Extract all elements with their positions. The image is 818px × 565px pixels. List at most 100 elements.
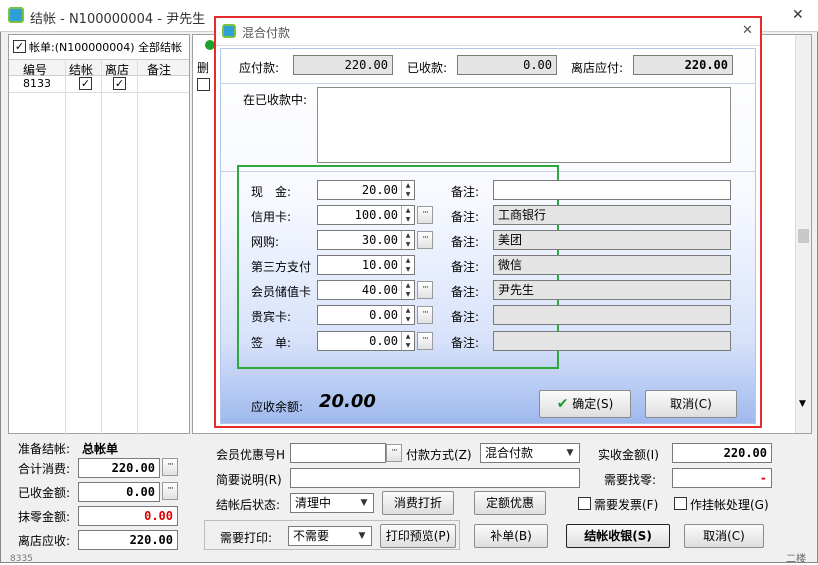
checkout-button[interactable]: 结帐收银(S) xyxy=(566,524,670,548)
actual-field[interactable]: 220.00 xyxy=(672,443,772,463)
payment-signing-remark-field xyxy=(493,331,731,351)
total-field: 220.00 xyxy=(78,458,160,478)
payable-field: 220.00 xyxy=(293,55,393,75)
dialog-title: 混合付款 xyxy=(242,26,291,40)
brief-label: 简要说明(R) xyxy=(216,473,282,487)
payment-vip-card-more-button[interactable]: ··· xyxy=(417,306,433,324)
dialog-app-icon xyxy=(222,24,236,38)
member-label: 会员优惠号H xyxy=(216,448,286,462)
payment-online-more-button[interactable]: ··· xyxy=(417,231,433,249)
col-delete: 删 xyxy=(197,61,210,75)
dialog-cancel-button[interactable]: 取消(C) xyxy=(645,390,737,418)
print-select[interactable]: 不需要 ▼ xyxy=(288,526,372,546)
dialog-close-icon[interactable]: ✕ xyxy=(742,23,753,38)
delete-checkbox[interactable] xyxy=(197,78,210,91)
dialog-ok-button[interactable]: ✔ 确定(S) xyxy=(539,390,631,418)
vertical-scrollbar[interactable]: ▼ xyxy=(795,35,811,433)
payment-member-card-remark-label: 备注: xyxy=(451,285,480,299)
payment-member-card-label: 会员储值卡 xyxy=(251,285,312,299)
supplement-button[interactable]: 补单(B) xyxy=(474,524,548,548)
payment-cash-spinner[interactable]: ▲ ▼ xyxy=(401,181,414,199)
print-value: 不需要 xyxy=(293,529,330,543)
after-status-value: 清理中 xyxy=(295,496,332,510)
brief-input[interactable] xyxy=(290,468,580,488)
received-more-button[interactable]: ··· xyxy=(162,482,178,500)
all-checkout-label: 帐单:(N100000004) 全部结帐 xyxy=(29,41,183,54)
dialog-ok-label: 确定(S) xyxy=(572,397,614,411)
checkout-payable-label: 离店应付: xyxy=(571,61,624,75)
member-more-button[interactable]: ··· xyxy=(386,444,402,462)
total-label: 合计消费: xyxy=(18,462,71,476)
row-id: 8133 xyxy=(23,77,51,90)
print-label: 需要打印: xyxy=(220,531,273,545)
in-received-label: 在已收款中: xyxy=(243,93,308,107)
app-icon xyxy=(8,7,24,23)
payment-online-remark-label: 备注: xyxy=(451,235,480,249)
payment-signing-more-button[interactable]: ··· xyxy=(417,332,433,350)
due-field: 220.00 xyxy=(78,530,178,550)
due-label: 离店应收: xyxy=(18,534,71,548)
payment-vip-card-remark-field xyxy=(493,305,731,325)
payment-cash-remark-input[interactable] xyxy=(493,180,731,200)
table-row[interactable]: 8133 ✓ ✓ xyxy=(9,76,189,93)
payment-third-party-remark-field: 微信 xyxy=(493,255,731,275)
divider xyxy=(221,373,755,374)
payment-cash-remark-label: 备注: xyxy=(451,185,480,199)
print-preview-button[interactable]: 打印预览(P) xyxy=(380,524,456,548)
row-leave-checkbox[interactable]: ✓ xyxy=(113,77,126,90)
payment-vip-card-label: 贵宾卡: xyxy=(251,310,292,324)
divider xyxy=(221,83,755,84)
payment-member-card-more-button[interactable]: ··· xyxy=(417,281,433,299)
balance-label: 应收余额: xyxy=(251,400,304,414)
payment-cash-label: 现 金: xyxy=(251,185,292,199)
scrollbar-thumb[interactable] xyxy=(798,229,809,243)
payment-online-remark-field: 美团 xyxy=(493,230,731,250)
invoice-label: 需要发票(F) xyxy=(594,498,659,512)
payment-credit-card-spinner[interactable]: ▲ ▼ xyxy=(401,206,414,224)
fixed-discount-button[interactable]: 定额优惠 xyxy=(474,491,546,515)
received-amount-label: 已收款: xyxy=(407,61,448,75)
discount-button[interactable]: 消费打折 xyxy=(382,491,454,515)
member-input[interactable] xyxy=(290,443,386,463)
payment-credit-card-more-button[interactable]: ··· xyxy=(417,206,433,224)
payment-signing-remark-label: 备注: xyxy=(451,336,480,350)
invoice-checkbox[interactable] xyxy=(578,497,591,510)
in-received-textarea[interactable] xyxy=(317,87,731,163)
payable-label: 应付款: xyxy=(239,61,280,75)
mixed-payment-dialog: 混合付款 ✕ 应付款: 220.00 已收款: 0.00 离店应付: 220.0… xyxy=(214,16,762,428)
chevron-down-icon: ▼ xyxy=(360,498,368,508)
checkout-payable-field: 220.00 xyxy=(633,55,733,75)
payment-online-label: 网购: xyxy=(251,235,280,249)
bill-table-header: 编号 结帐 离店 备注 xyxy=(9,59,189,77)
received-field: 0.00 xyxy=(78,482,160,502)
after-status-select[interactable]: 清理中 ▼ xyxy=(290,493,374,513)
paymode-label: 付款方式(Z) xyxy=(406,448,472,462)
payment-vip-card-remark-label: 备注: xyxy=(451,310,480,324)
void-checkbox[interactable] xyxy=(674,497,687,510)
scroll-down-icon[interactable]: ▼ xyxy=(799,399,806,409)
payment-third-party-spinner[interactable]: ▲ ▼ xyxy=(401,256,414,274)
payment-signing-spinner[interactable]: ▲ ▼ xyxy=(401,332,414,350)
writeoff-label: 抹零金额: xyxy=(18,510,71,524)
paymode-select[interactable]: 混合付款 ▼ xyxy=(480,443,580,463)
void-label: 作挂帐处理(G) xyxy=(690,498,769,512)
all-checkout-checkbox[interactable]: ✓ xyxy=(13,40,26,53)
dialog-titlebar: 混合付款 ✕ xyxy=(216,18,760,46)
dialog-body: 应付款: 220.00 已收款: 0.00 离店应付: 220.00 在已收款中… xyxy=(220,48,756,424)
payment-credit-card-remark-field: 工商银行 xyxy=(493,205,731,225)
payment-vip-card-spinner[interactable]: ▲ ▼ xyxy=(401,306,414,324)
col-divider xyxy=(101,59,102,435)
window-close-icon[interactable]: ✕ xyxy=(792,7,804,23)
cancel-button[interactable]: 取消(C) xyxy=(684,524,764,548)
received-amount-field: 0.00 xyxy=(457,55,557,75)
summary-panel: 准备结帐: 总帐单 合计消费: 220.00 ··· 已收金额: 0.00 ··… xyxy=(8,436,190,552)
row-checkout-checkbox[interactable]: ✓ xyxy=(79,77,92,90)
payment-online-spinner[interactable]: ▲ ▼ xyxy=(401,231,414,249)
payment-member-card-spinner[interactable]: ▲ ▼ xyxy=(401,281,414,299)
writeoff-field[interactable]: 0.00 xyxy=(78,506,178,526)
total-more-button[interactable]: ··· xyxy=(162,458,178,476)
col-divider xyxy=(137,59,138,435)
left-panel: ✓ 帐单:(N100000004) 全部结帐 编号 结帐 离店 备注 8133 … xyxy=(8,34,190,435)
pending-label: 准备结帐: xyxy=(18,442,71,456)
check-icon: ✔ xyxy=(556,396,569,412)
